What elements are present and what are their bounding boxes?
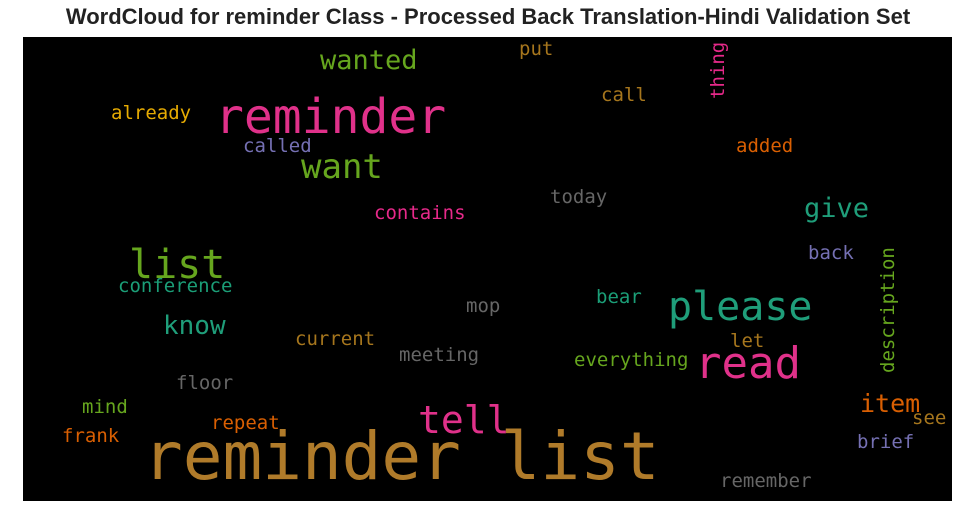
- word-tell: tell: [418, 398, 510, 442]
- word-see: see: [912, 407, 947, 429]
- word-bear: bear: [596, 286, 642, 308]
- word-contains: contains: [374, 202, 466, 224]
- word-call: call: [601, 84, 647, 106]
- word-reminder: reminder: [215, 89, 447, 145]
- word-back: back: [808, 242, 854, 264]
- word-today: today: [550, 186, 608, 208]
- word-added: added: [736, 135, 794, 157]
- word-already: already: [111, 102, 192, 124]
- word-give: give: [804, 193, 870, 224]
- word-mind: mind: [82, 396, 128, 418]
- word-current: current: [295, 328, 376, 350]
- word-meeting: meeting: [399, 344, 480, 366]
- word-please: please: [668, 284, 813, 330]
- word-repeat: repeat: [211, 412, 280, 434]
- word-floor: floor: [176, 372, 234, 394]
- word-frank: frank: [62, 425, 120, 447]
- word-wanted: wanted: [320, 45, 418, 76]
- word-called: called: [243, 135, 312, 157]
- word-conference: conference: [118, 275, 233, 297]
- word-brief: brief: [857, 431, 915, 453]
- word-everything: everything: [574, 349, 689, 371]
- word-cloud: reminder list reminder please read list …: [23, 37, 952, 501]
- word-thing: thing: [707, 41, 729, 99]
- word-remember: remember: [720, 470, 812, 492]
- chart-title: WordCloud for reminder Class - Processed…: [65, 4, 911, 29]
- word-put: put: [519, 38, 554, 60]
- word-let: let: [730, 330, 765, 352]
- word-want: want: [301, 147, 383, 187]
- word-know: know: [163, 311, 226, 341]
- word-description: description: [877, 247, 899, 373]
- word-mop: mop: [466, 295, 501, 317]
